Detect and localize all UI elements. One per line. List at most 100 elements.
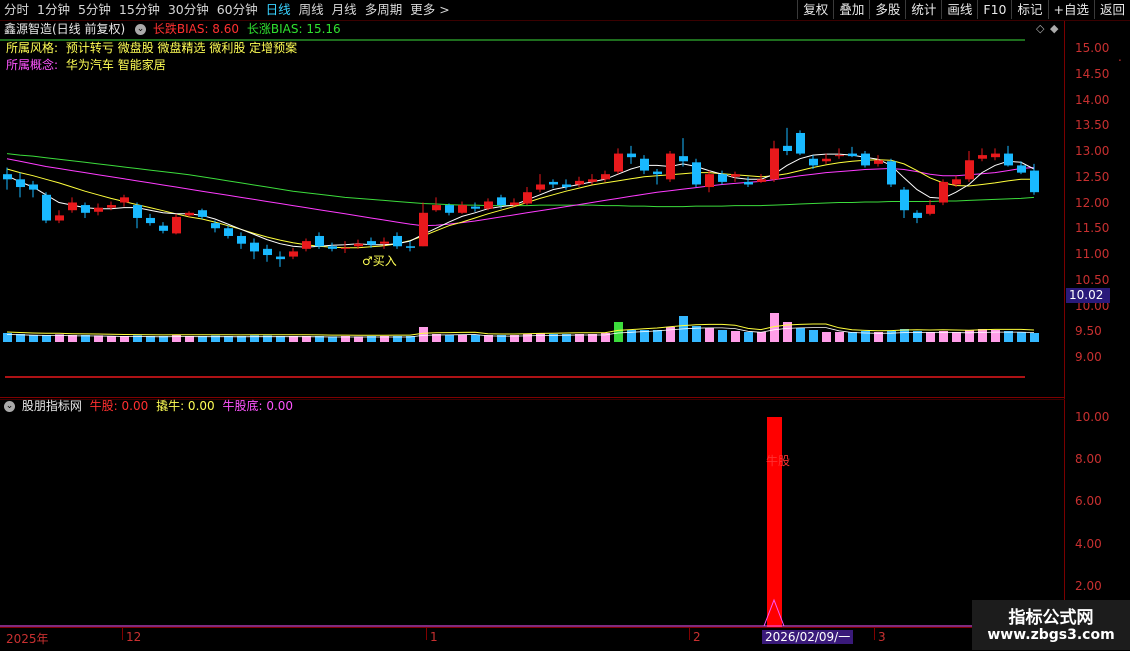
candle-body xyxy=(744,181,753,185)
candle-body xyxy=(718,174,727,182)
volume-bar xyxy=(900,329,909,342)
candle-body xyxy=(913,212,922,218)
price-tick-label: 9.50 xyxy=(1075,324,1102,339)
candle-body xyxy=(224,228,233,236)
candle-body xyxy=(614,153,623,172)
candle-body xyxy=(276,256,285,260)
candle-body xyxy=(289,251,298,257)
date-label-feb: 2 xyxy=(693,630,701,644)
volume-bar xyxy=(523,334,532,342)
candle-body xyxy=(757,179,766,182)
bull-signal-bar xyxy=(767,417,782,628)
candle-body xyxy=(263,248,272,256)
candle-body xyxy=(393,235,402,247)
right-strip: . xyxy=(1117,21,1130,401)
toolbar-button[interactable]: 返回 xyxy=(1093,0,1130,19)
volume-bar xyxy=(744,332,753,342)
volume-bar xyxy=(1030,333,1039,342)
price-tick-label: 15.00 xyxy=(1075,41,1110,55)
candle-body xyxy=(705,174,714,188)
svg-text:.: . xyxy=(1118,50,1122,64)
candle-body xyxy=(445,205,454,213)
candle-body xyxy=(939,181,948,203)
candle-body xyxy=(679,156,688,162)
watermark: 指标公式网 www.zbgs3.com xyxy=(972,600,1130,650)
price-tick-label: 12.00 xyxy=(1075,195,1110,210)
candle-body xyxy=(367,241,376,245)
volume-bar xyxy=(796,328,805,342)
candle-body xyxy=(1017,165,1026,173)
volume-bar xyxy=(107,336,116,342)
volume-bar xyxy=(614,322,623,342)
candle-body xyxy=(328,246,337,249)
price-tick-label: 13.50 xyxy=(1075,118,1110,133)
date-sep xyxy=(874,628,875,640)
date-label-jan: 1 xyxy=(430,630,438,644)
candle-body xyxy=(848,153,857,157)
volume-bar xyxy=(536,333,545,342)
indicator-tick-label: 6.00 xyxy=(1075,494,1102,509)
price-tick-label: 12.50 xyxy=(1075,169,1110,184)
candle-body xyxy=(588,179,597,182)
candle-body xyxy=(1004,153,1013,166)
price-tick-label: 9.00 xyxy=(1075,350,1102,364)
candle-body xyxy=(666,153,675,180)
candle-body xyxy=(315,235,324,247)
volume-bar xyxy=(978,329,987,342)
date-label-dec: 12 xyxy=(126,630,142,644)
volume-bar xyxy=(952,332,961,342)
indicator-tick-label: 8.00 xyxy=(1075,452,1102,467)
candle-body xyxy=(94,207,103,212)
candle-body xyxy=(822,158,831,162)
candle-body xyxy=(536,184,545,190)
candle-body xyxy=(120,197,129,203)
price-tick-label: 11.50 xyxy=(1075,221,1110,236)
candle-body xyxy=(107,205,116,208)
candle-body xyxy=(874,160,883,164)
candle-body xyxy=(302,241,311,249)
volume-bar xyxy=(172,335,181,342)
volume-bar xyxy=(822,332,831,342)
candle-body xyxy=(458,205,467,213)
volume-bar xyxy=(705,328,714,342)
date-label-mar: 3 xyxy=(878,630,886,644)
volume-bar xyxy=(42,335,51,342)
price-tick-label: 11.00 xyxy=(1075,247,1110,261)
volume-bar xyxy=(848,332,857,342)
candle-body xyxy=(627,153,636,158)
indicator-tick-label: 4.00 xyxy=(1075,536,1102,551)
buy-annotation: ♂买入 xyxy=(362,254,397,268)
candle-body xyxy=(991,153,1000,158)
price-tick-label: 10.50 xyxy=(1075,272,1110,287)
candle-body xyxy=(783,145,792,151)
volume-bar xyxy=(445,335,454,342)
candle-body xyxy=(172,216,181,234)
candle-body xyxy=(81,205,90,213)
ma-magenta-line xyxy=(6,158,1035,227)
price-chart[interactable] xyxy=(0,0,1065,400)
indicator-tick-label: 2.00 xyxy=(1075,578,1102,593)
candle-body xyxy=(55,215,64,221)
volume-bar xyxy=(419,327,428,342)
volume-bar xyxy=(809,330,818,342)
candle-body xyxy=(16,179,25,188)
current-price-badge: 10.02 xyxy=(1066,288,1110,303)
candle-body xyxy=(887,161,896,185)
candle-body xyxy=(380,241,389,244)
candle-body xyxy=(601,174,610,180)
candle-body xyxy=(159,225,168,231)
candle-body xyxy=(484,201,493,209)
candle-body xyxy=(809,158,818,166)
date-highlight: 2026/02/09/一 xyxy=(762,630,854,644)
watermark-url: www.zbgs3.com xyxy=(987,627,1115,643)
candle-body xyxy=(978,155,987,159)
indicator-tick-label: 10.00 xyxy=(1075,410,1110,424)
candle-body xyxy=(796,132,805,154)
volume-bar xyxy=(458,335,467,342)
indicator-chart[interactable] xyxy=(0,400,1065,628)
candle-body xyxy=(3,174,12,180)
candle-body xyxy=(42,194,51,221)
ma-yellow-line xyxy=(6,159,1034,249)
candle-body xyxy=(497,197,506,206)
watermark-title: 指标公式网 xyxy=(1008,608,1094,628)
